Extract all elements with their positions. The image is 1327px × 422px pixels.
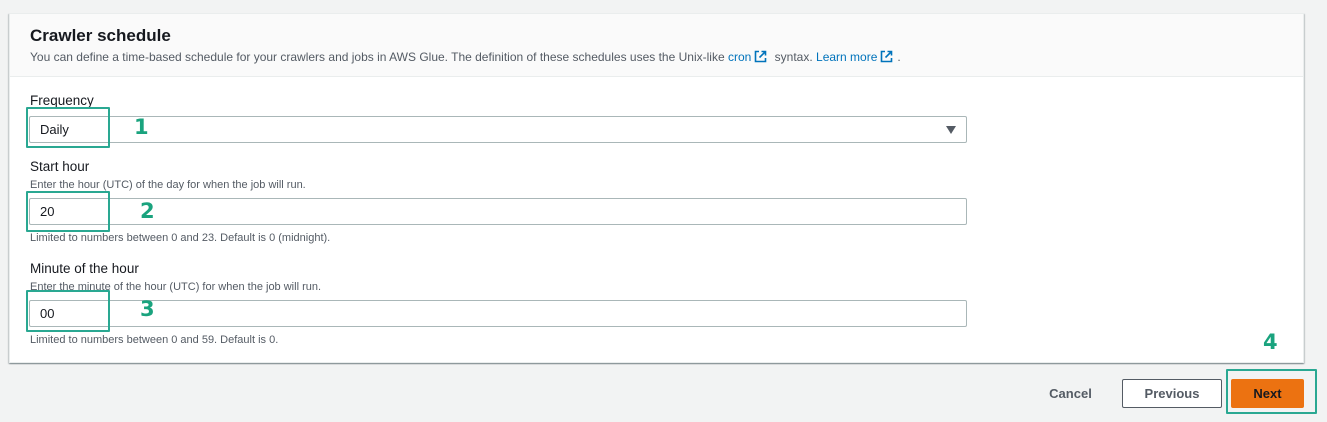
frequency-select[interactable]: Daily xyxy=(29,116,967,143)
previous-button[interactable]: Previous xyxy=(1122,379,1222,408)
panel-header: Crawler schedule You can define a time-b… xyxy=(10,14,1303,77)
external-link-icon[interactable] xyxy=(880,50,893,66)
cron-link[interactable]: cron xyxy=(728,50,751,64)
step-number-2: 2 xyxy=(140,199,155,223)
description-text-middle: syntax. xyxy=(774,50,813,64)
step-number-3: 3 xyxy=(140,297,155,321)
frequency-label: Frequency xyxy=(30,93,94,108)
frequency-selected-value: Daily xyxy=(40,122,69,137)
cancel-button[interactable]: Cancel xyxy=(1033,379,1108,408)
minute-description: Enter the minute of the hour (UTC) for w… xyxy=(30,281,322,293)
start-hour-description: Enter the hour (UTC) of the day for when… xyxy=(30,179,306,191)
next-button[interactable]: Next xyxy=(1231,379,1304,408)
description-text-end: . xyxy=(897,50,901,64)
start-hour-label: Start hour xyxy=(30,159,90,174)
panel-description: You can define a time-based schedule for… xyxy=(30,50,901,66)
minute-label: Minute of the hour xyxy=(30,261,139,276)
panel-title: Crawler schedule xyxy=(30,26,171,45)
start-hour-constraint: Limited to numbers between 0 and 23. Def… xyxy=(30,232,331,244)
description-text: You can define a time-based schedule for… xyxy=(30,50,725,64)
step-number-1: 1 xyxy=(134,115,149,139)
start-hour-input[interactable] xyxy=(29,198,967,225)
external-link-icon[interactable] xyxy=(754,50,767,66)
learn-more-link[interactable]: Learn more xyxy=(816,50,877,64)
minute-input[interactable] xyxy=(29,300,967,327)
step-number-4: 4 xyxy=(1263,330,1278,354)
minute-constraint: Limited to numbers between 0 and 59. Def… xyxy=(30,334,279,346)
crawler-schedule-panel: Crawler schedule You can define a time-b… xyxy=(9,13,1304,363)
caret-down-icon xyxy=(946,126,956,134)
